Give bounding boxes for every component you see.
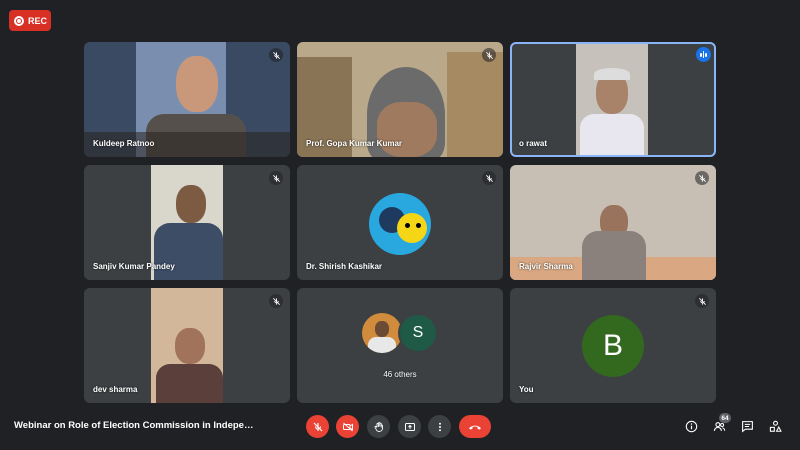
participant-tile[interactable]: dev sharma bbox=[84, 288, 290, 403]
participant-tile[interactable]: Rajvir Sharma bbox=[510, 165, 716, 280]
participant-name: Sanjiv Kumar Pandey bbox=[93, 262, 175, 271]
person-face bbox=[176, 185, 206, 223]
mic-toggle-button[interactable] bbox=[306, 415, 329, 438]
person-face bbox=[176, 56, 218, 112]
participant-name: Prof. Gopa Kumar Kumar bbox=[306, 139, 403, 148]
control-bar: Webinar on Role of Election Commission i… bbox=[0, 406, 800, 450]
end-call-button[interactable] bbox=[459, 415, 491, 438]
participant-tile[interactable]: Kuldeep Ratnoo bbox=[84, 42, 290, 157]
wall-bg bbox=[447, 52, 503, 157]
person-hair bbox=[594, 68, 630, 80]
mic-off-icon bbox=[313, 422, 322, 431]
chat-button[interactable] bbox=[739, 418, 755, 434]
person-face bbox=[175, 328, 205, 364]
activities-icon bbox=[769, 420, 782, 432]
participant-name: o rawat bbox=[519, 139, 548, 148]
avatar: B bbox=[582, 315, 644, 377]
participant-name: dev sharma bbox=[93, 385, 138, 394]
others-count-label: 46 others bbox=[383, 370, 417, 379]
mic-off-icon bbox=[695, 294, 709, 308]
participant-name: You bbox=[519, 385, 534, 394]
participant-name: Rajvir Sharma bbox=[519, 262, 573, 271]
record-icon bbox=[14, 15, 24, 26]
participant-tile-active-speaker[interactable]: o rawat bbox=[510, 42, 716, 157]
meeting-details-button[interactable] bbox=[683, 418, 699, 434]
mic-off-icon bbox=[269, 294, 283, 308]
avatar: S bbox=[398, 313, 438, 353]
hand-icon bbox=[374, 421, 383, 432]
self-tile[interactable]: B You bbox=[510, 288, 716, 403]
info-icon bbox=[685, 420, 697, 432]
mic-off-icon bbox=[482, 48, 496, 62]
camera-off-icon bbox=[342, 422, 353, 431]
camera-toggle-button[interactable] bbox=[336, 415, 359, 438]
meeting-title: Webinar on Role of Election Commission i… bbox=[14, 420, 254, 431]
participant-name: Kuldeep Ratnoo bbox=[93, 139, 155, 148]
chat-icon bbox=[741, 420, 753, 433]
more-options-button[interactable] bbox=[428, 415, 451, 438]
recording-indicator: REC bbox=[9, 10, 51, 31]
raise-hand-button[interactable] bbox=[367, 415, 390, 438]
end-call-icon bbox=[469, 425, 481, 430]
more-icon bbox=[438, 422, 441, 431]
present-button[interactable] bbox=[398, 415, 421, 438]
participant-name: Dr. Shirish Kashikar bbox=[306, 262, 383, 271]
participant-count-badge: 64 bbox=[719, 413, 731, 423]
avatar bbox=[369, 193, 431, 255]
avatar bbox=[362, 313, 402, 353]
mic-off-icon bbox=[695, 171, 709, 185]
person-body bbox=[154, 223, 223, 280]
present-icon bbox=[404, 422, 415, 431]
person-body bbox=[582, 231, 646, 280]
participant-tile[interactable]: Dr. Shirish Kashikar bbox=[297, 165, 503, 280]
participant-grid: Kuldeep Ratnoo Prof. Gopa Kumar Kumar o … bbox=[84, 42, 716, 403]
activities-button[interactable] bbox=[767, 418, 783, 434]
recording-label: REC bbox=[28, 15, 48, 26]
speaking-indicator-icon bbox=[696, 47, 711, 62]
person-body bbox=[580, 114, 644, 155]
mic-off-icon bbox=[269, 171, 283, 185]
mic-off-icon bbox=[482, 171, 496, 185]
person-face bbox=[377, 102, 437, 157]
person-body bbox=[156, 364, 223, 403]
participant-tile[interactable]: Sanjiv Kumar Pandey bbox=[84, 165, 290, 280]
participant-tile[interactable]: Prof. Gopa Kumar Kumar bbox=[297, 42, 503, 157]
others-tile[interactable]: S 46 others bbox=[297, 288, 503, 403]
mic-off-icon bbox=[269, 48, 283, 62]
